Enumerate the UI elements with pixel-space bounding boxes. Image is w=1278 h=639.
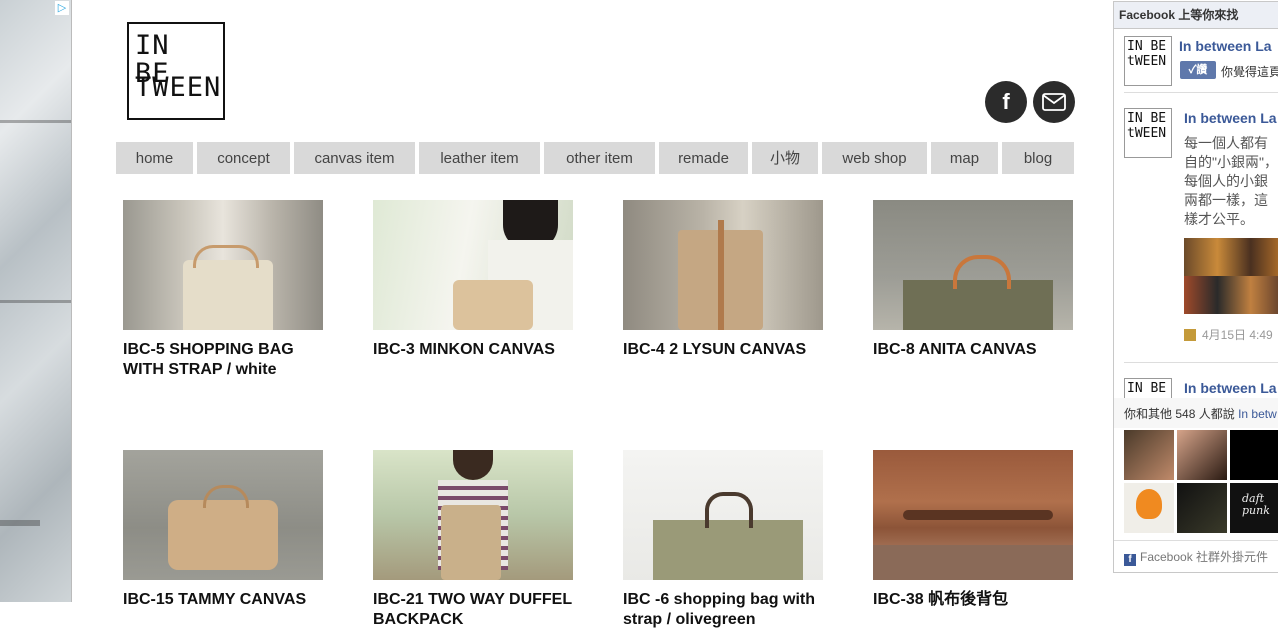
product-image[interactable] <box>623 200 823 330</box>
product-card[interactable]: IBC-3 MINKON CANVAS <box>373 200 573 360</box>
nav-home[interactable]: home <box>116 142 193 174</box>
fb-page-name[interactable]: In between La <box>1179 38 1272 54</box>
nav-canvas-item[interactable]: canvas item <box>294 142 415 174</box>
product-title[interactable]: IBC-5 SHOPPING BAG WITH STRAP / white <box>123 340 323 380</box>
fb-like-note: 你覺得這頁 <box>1221 65 1278 79</box>
nav-concept[interactable]: concept <box>197 142 290 174</box>
fb-divider <box>1124 92 1278 93</box>
fb-post-photo[interactable] <box>1184 238 1278 314</box>
adchoices-icon[interactable]: ▷ <box>55 1 69 15</box>
nav-remade[interactable]: remade <box>659 142 748 174</box>
product-image[interactable] <box>373 200 573 330</box>
fb-post-page-name[interactable]: In between La <box>1184 380 1277 396</box>
facebook-icon[interactable]: f <box>985 81 1027 123</box>
product-card[interactable]: IBC-8 ANITA CANVAS <box>873 200 1073 360</box>
friend-avatar[interactable] <box>1124 430 1174 480</box>
fb-post-page-name[interactable]: In between La <box>1184 110 1277 126</box>
logo-line-2: TWEEN <box>135 72 222 103</box>
product-title[interactable]: IBC-8 ANITA CANVAS <box>873 340 1073 360</box>
product-image[interactable] <box>123 200 323 330</box>
fb-widget-header: Facebook 上等你來找 <box>1114 2 1278 29</box>
main-nav: home concept canvas item leather item ot… <box>116 142 1074 174</box>
photo-icon <box>1184 329 1196 341</box>
friend-avatar[interactable] <box>1177 430 1227 480</box>
product-card[interactable]: IBC-38 帆布後背包 <box>873 450 1073 610</box>
nav-accessories[interactable]: 小物 <box>752 142 818 174</box>
friend-avatar[interactable]: daft punk <box>1230 483 1278 533</box>
product-image[interactable] <box>873 200 1073 330</box>
fb-post-avatar[interactable]: IN BE tWEEN <box>1124 108 1172 158</box>
friend-avatar[interactable] <box>1177 483 1227 533</box>
fb-divider <box>1114 540 1278 541</box>
product-image[interactable] <box>873 450 1073 580</box>
facebook-icon: f <box>1124 554 1136 566</box>
product-card[interactable]: IBC -6 shopping bag with strap / olivegr… <box>623 450 823 630</box>
product-title[interactable]: IBC-4 2 LYSUN CANVAS <box>623 340 823 360</box>
fb-page-avatar[interactable]: IN BE tWEEN <box>1124 36 1172 86</box>
site-logo[interactable]: IN BE TWEEN <box>127 22 225 120</box>
product-card[interactable]: IBC-21 TWO WAY DUFFEL BACKPACK <box>373 450 573 630</box>
product-card[interactable]: IBC-4 2 LYSUN CANVAS <box>623 200 823 360</box>
friend-avatar[interactable] <box>1124 483 1174 533</box>
fb-post-text: 每一個人都有自的"小銀兩"，每個人的小銀兩都一樣，這樣才公平。 <box>1184 135 1278 227</box>
nav-blog[interactable]: blog <box>1002 142 1074 174</box>
fb-footer[interactable]: f Facebook 社群外掛元件 <box>1124 548 1268 566</box>
fb-post-avatar[interactable]: IN BE <box>1124 378 1172 400</box>
fb-divider <box>1124 362 1278 363</box>
product-title[interactable]: IBC-21 TWO WAY DUFFEL BACKPACK <box>373 590 573 630</box>
product-card[interactable]: IBC-15 TAMMY CANVAS <box>123 450 323 610</box>
fb-like-label: 讚 <box>1196 64 1208 76</box>
product-image[interactable] <box>623 450 823 580</box>
mail-icon[interactable] <box>1033 81 1075 123</box>
product-image[interactable] <box>123 450 323 580</box>
nav-web-shop[interactable]: web shop <box>822 142 927 174</box>
fb-post-time: 4月15日 4:49 <box>1184 326 1273 343</box>
product-title[interactable]: IBC-15 TAMMY CANVAS <box>123 590 323 610</box>
fb-like-button[interactable]: ✓讚 <box>1180 61 1216 79</box>
fb-friends-count: 你和其他 548 人都說 In betw <box>1124 407 1277 421</box>
nav-other-item[interactable]: other item <box>544 142 655 174</box>
product-title[interactable]: IBC-3 MINKON CANVAS <box>373 340 573 360</box>
friend-avatar[interactable] <box>1230 430 1278 480</box>
product-card[interactable]: IBC-5 SHOPPING BAG WITH STRAP / white <box>123 200 323 380</box>
product-image[interactable] <box>373 450 573 580</box>
advertisement-banner[interactable]: ▷ <box>0 0 72 602</box>
nav-leather-item[interactable]: leather item <box>419 142 540 174</box>
product-title[interactable]: IBC -6 shopping bag with strap / olivegr… <box>623 590 823 630</box>
nav-map[interactable]: map <box>931 142 998 174</box>
product-title[interactable]: IBC-38 帆布後背包 <box>873 590 1073 610</box>
